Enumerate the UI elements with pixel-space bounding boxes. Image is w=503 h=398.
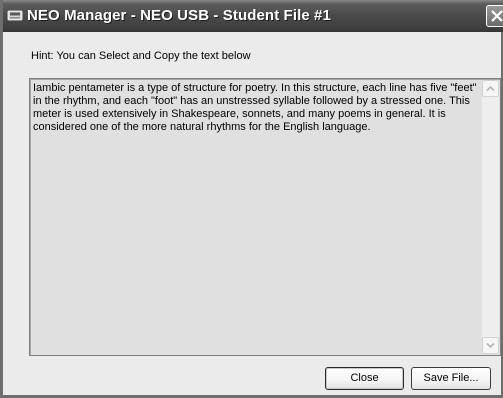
window-title: NEO Manager - NEO USB - Student File #1: [27, 7, 331, 24]
close-button[interactable]: Close: [325, 367, 404, 390]
scroll-up-button[interactable]: [482, 80, 499, 97]
window-close-button[interactable]: [486, 5, 503, 27]
save-file-button[interactable]: Save File...: [411, 367, 491, 390]
scroll-down-button[interactable]: [482, 337, 499, 354]
file-text-content[interactable]: Iambic pentameter is a type of structure…: [33, 82, 481, 134]
title-bar[interactable]: NEO Manager - NEO USB - Student File #1: [3, 0, 503, 32]
file-text-area[interactable]: Iambic pentameter is a type of structure…: [29, 78, 501, 356]
hint-label: Hint: You can Select and Copy the text b…: [31, 50, 251, 62]
neo-manager-window: NEO Manager - NEO USB - Student File #1 …: [0, 0, 503, 398]
neo-device-icon: [7, 8, 23, 22]
vertical-scrollbar[interactable]: [482, 80, 499, 354]
